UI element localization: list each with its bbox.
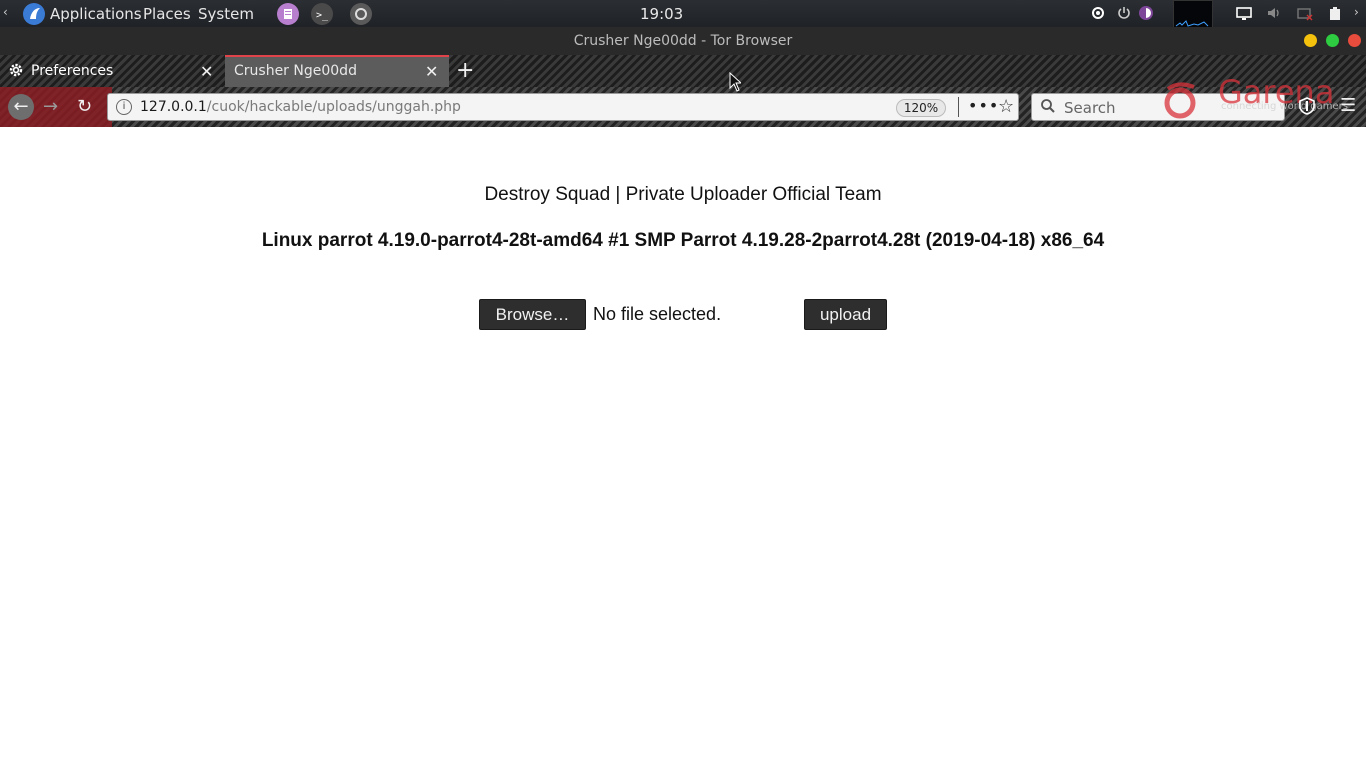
battery-tray-icon[interactable] [1327, 5, 1343, 21]
gear-icon [7, 61, 25, 83]
theme-tagline: connecting world gamers [1221, 101, 1348, 112]
upload-button[interactable]: upload [804, 299, 887, 330]
search-placeholder: Search [1064, 99, 1116, 117]
new-tab-button[interactable]: + [456, 58, 474, 83]
site-info-icon[interactable]: i [116, 99, 132, 115]
forward-button[interactable]: → [43, 96, 58, 117]
tab-close-icon[interactable]: ✕ [425, 62, 438, 81]
panel-clock[interactable]: 19:03 [640, 5, 683, 23]
panel-scroll-left-icon[interactable]: ‹ [3, 5, 8, 19]
maximize-button[interactable] [1326, 34, 1339, 47]
tab-preferences[interactable]: Preferences ✕ [0, 55, 224, 87]
tab-close-icon[interactable]: ✕ [200, 62, 213, 81]
text-editor-launcher-icon[interactable] [277, 3, 299, 25]
browse-button[interactable]: Browse… [479, 299, 586, 330]
settings-tray-icon[interactable] [1090, 5, 1106, 21]
window-title: Crusher Nge00dd - Tor Browser [573, 33, 793, 49]
navigation-toolbar: ← → ↻ i 127.0.0.1/cuok/hackable/uploads/… [0, 73, 1366, 127]
url-host: 127.0.0.1 [140, 99, 207, 115]
svg-text:>_: >_ [316, 10, 329, 21]
applications-menu[interactable]: Applications [50, 5, 142, 23]
url-path: /cuok/hackable/uploads/unggah.php [206, 99, 461, 115]
tab-label: Preferences [31, 63, 114, 79]
reload-button[interactable]: ↻ [77, 96, 92, 117]
browser-launcher-icon[interactable] [350, 3, 372, 25]
file-status-text: No file selected. [593, 304, 722, 324]
display-tray-icon[interactable] [1236, 5, 1252, 21]
tab-crusher-nge00dd[interactable]: Crusher Nge00dd ✕ [225, 55, 449, 87]
zoom-level-badge[interactable]: 120% [896, 99, 946, 117]
parrot-logo-icon[interactable] [23, 3, 45, 25]
network-tray-icon[interactable] [1297, 5, 1313, 21]
system-info-text: Linux parrot 4.19.0-parrot4-28t-amd64 #1… [261, 230, 1105, 251]
page-content: Destroy Squad | Private Uploader Officia… [0, 127, 1366, 768]
back-button[interactable]: ← [8, 94, 34, 120]
page-heading: Destroy Squad | Private Uploader Officia… [484, 184, 882, 205]
volume-tray-icon[interactable] [1266, 5, 1282, 21]
search-icon [1040, 98, 1056, 118]
page-actions-icon[interactable]: ••• [968, 96, 999, 115]
bookmark-star-icon[interactable]: ☆ [998, 96, 1014, 117]
panel-scroll-right-icon[interactable]: › [1354, 5, 1359, 19]
system-monitor-graph [1173, 0, 1213, 28]
security-shield-icon[interactable] [1299, 97, 1315, 119]
divider [958, 97, 959, 117]
address-bar[interactable]: i 127.0.0.1/cuok/hackable/uploads/unggah… [107, 93, 1019, 121]
terminal-launcher-icon[interactable]: >_ [311, 3, 333, 25]
menu-hamburger-icon[interactable]: ☰ [1340, 95, 1356, 116]
mouse-cursor-icon [729, 71, 743, 92]
places-menu[interactable]: Places [143, 5, 191, 23]
system-menu[interactable]: System [198, 5, 254, 23]
tab-label: Crusher Nge00dd [234, 63, 357, 79]
window-titlebar[interactable]: Crusher Nge00dd - Tor Browser [0, 27, 1366, 55]
url-text[interactable]: 127.0.0.1/cuok/hackable/uploads/unggah.p… [140, 99, 461, 115]
close-window-button[interactable] [1348, 34, 1361, 47]
system-panel: ‹ Applications Places System >_ 19:03 › [0, 0, 1366, 28]
tor-tray-icon[interactable] [1138, 5, 1154, 21]
power-tray-icon[interactable] [1116, 5, 1132, 21]
minimize-button[interactable] [1304, 34, 1317, 47]
